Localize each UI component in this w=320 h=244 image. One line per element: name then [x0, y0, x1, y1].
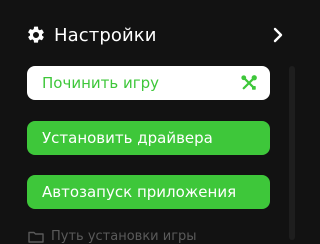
- fix-game-button[interactable]: Починить игру: [27, 66, 270, 100]
- settings-header[interactable]: Настройки: [26, 22, 157, 48]
- settings-title: Настройки: [54, 24, 157, 46]
- install-drivers-button[interactable]: Установить драйвера: [27, 121, 270, 155]
- install-drivers-label: Установить драйвера: [42, 129, 213, 147]
- settings-panel: Настройки Починить игру Установить драйв…: [0, 0, 311, 244]
- wrench-screwdriver-icon: [241, 75, 257, 90]
- chevron-right-icon[interactable]: [272, 26, 284, 44]
- scrollbar[interactable]: [289, 66, 295, 240]
- fix-game-label: Починить игру: [42, 74, 159, 92]
- autorun-button[interactable]: Автозапуск приложения: [27, 175, 270, 209]
- install-path-label: Путь установки игры: [51, 229, 197, 244]
- install-path-row[interactable]: Путь установки игры: [28, 229, 197, 244]
- gear-icon: [28, 26, 44, 43]
- folder-icon: [28, 231, 44, 243]
- autorun-label: Автозапуск приложения: [42, 183, 237, 201]
